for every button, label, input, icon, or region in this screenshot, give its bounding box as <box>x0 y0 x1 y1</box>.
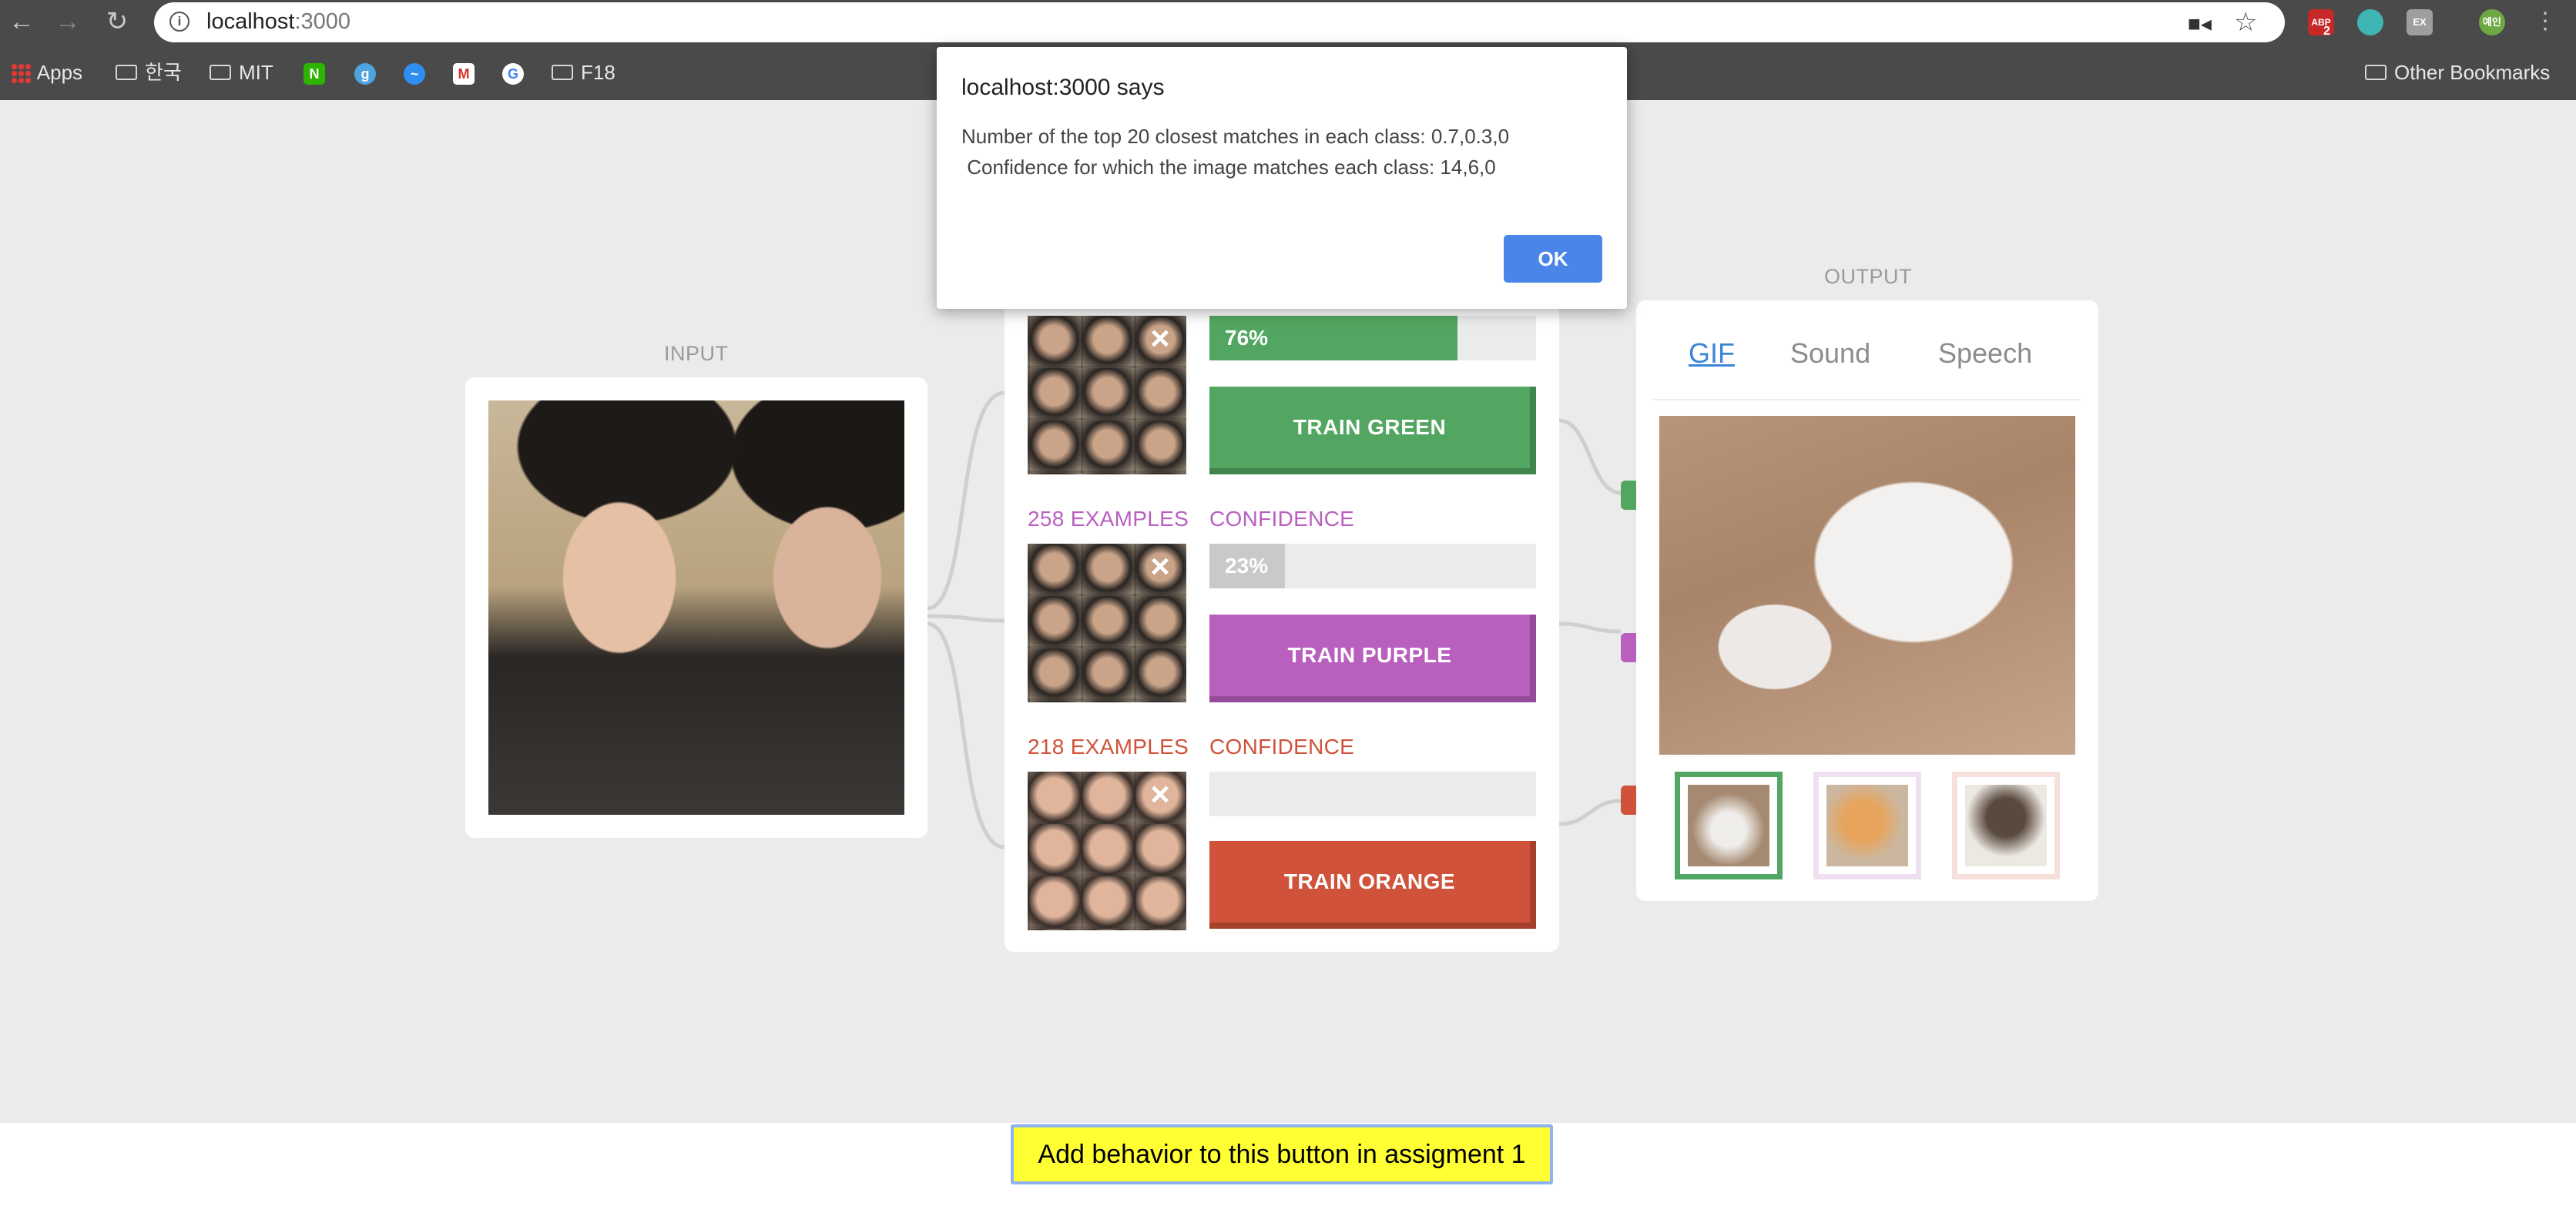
output-card: GIF Sound Speech <box>1636 300 2098 901</box>
gif-choice-orange[interactable] <box>1952 772 2060 879</box>
other-bookmarks[interactable]: Other Bookmarks <box>2365 59 2550 86</box>
tabs-divider <box>1653 399 2081 400</box>
bookmark-folder-korea[interactable]: 한국 <box>116 59 182 86</box>
camera-icon[interactable]: ■◂ <box>2188 11 2212 36</box>
purple-confidence-bar: 23% <box>1209 544 1536 588</box>
green-confidence-bar: 76% <box>1209 316 1536 360</box>
orange-confidence-label: CONFIDENCE <box>1209 735 1355 759</box>
messenger-icon: ~ <box>404 63 425 85</box>
url-text: localhost:3000 <box>206 9 351 34</box>
site-info-icon[interactable]: i <box>169 12 190 32</box>
folder-icon <box>2365 65 2386 81</box>
orange-confidence-bar <box>1209 772 1536 816</box>
purple-confidence-text: 23% <box>1225 554 1269 578</box>
dialog-ok-button[interactable]: OK <box>1504 235 1602 283</box>
menu-kebab-icon[interactable]: ⋮ <box>2528 5 2562 39</box>
input-connectors <box>927 390 1005 849</box>
gif-thumb-white-cat <box>1688 785 1769 866</box>
apps-grid-icon <box>11 63 32 85</box>
gmail-icon: M <box>453 63 475 85</box>
bookmark-gmail[interactable]: M <box>453 59 475 86</box>
reload-icon[interactable]: ↻ <box>100 5 134 39</box>
naver-icon: N <box>304 63 325 85</box>
bookmark-folder-f18[interactable]: F18 <box>552 59 615 86</box>
gif-thumb-dark-cat <box>1965 785 2047 866</box>
input-label: INPUT <box>664 342 729 365</box>
bookmark-star-icon[interactable]: ☆ <box>2234 7 2257 38</box>
bookmark-messenger[interactable]: ~ <box>404 59 425 86</box>
orange-examples-count: 218 EXAMPLES <box>1028 735 1189 759</box>
input-card <box>465 377 927 838</box>
dialog-message: Number of the top 20 closest matches in … <box>961 125 1510 179</box>
extension-ex-icon[interactable]: EX <box>2407 9 2433 35</box>
clear-green-icon[interactable]: × <box>1145 322 1176 356</box>
google-icon: G <box>502 63 524 85</box>
gif-thumb-orange-cat <box>1826 785 1908 866</box>
alert-dialog: localhost:3000 says Number of the top 20… <box>937 47 1627 309</box>
extension-teal-icon[interactable] <box>2357 9 2383 35</box>
address-bar[interactable]: i localhost:3000 ■◂ ☆ <box>154 2 2285 42</box>
bookmark-grammarly[interactable]: g <box>354 59 376 86</box>
folder-icon <box>210 65 231 81</box>
clear-orange-icon[interactable]: × <box>1145 778 1176 812</box>
forward-arrow-icon[interactable]: → <box>51 5 85 39</box>
purple-confidence-label: CONFIDENCE <box>1209 507 1355 531</box>
dialog-title: localhost:3000 says <box>961 75 1165 100</box>
train-green-button[interactable]: TRAIN GREEN <box>1209 387 1536 474</box>
train-orange-button[interactable]: TRAIN ORANGE <box>1209 841 1536 929</box>
train-purple-button[interactable]: TRAIN PURPLE <box>1209 615 1536 702</box>
tab-sound[interactable]: Sound <box>1790 337 1870 370</box>
assignment-button[interactable]: Add behavior to this button in assigment… <box>1011 1124 1553 1184</box>
grammarly-icon: g <box>354 63 376 85</box>
browser-toolbar: ← → ↻ i localhost:3000 ■◂ ☆ ABP 2 EX 예인 … <box>0 0 2576 45</box>
folder-icon <box>552 65 573 81</box>
bookmark-naver[interactable]: N <box>304 59 325 86</box>
back-arrow-icon[interactable]: ← <box>5 5 39 39</box>
bookmark-google[interactable]: G <box>502 59 524 86</box>
purple-examples-count: 258 EXAMPLES <box>1028 507 1189 531</box>
webcam-feed-image <box>488 400 904 815</box>
tab-speech[interactable]: Speech <box>1938 337 2032 370</box>
output-connectors <box>1559 418 1622 826</box>
profile-avatar[interactable]: 예인 <box>2479 9 2505 35</box>
green-confidence-text: 76% <box>1225 326 1269 350</box>
output-label: OUTPUT <box>1824 265 1912 288</box>
bookmark-folder-mit[interactable]: MIT <box>210 59 273 86</box>
adblock-badge: 2 <box>2323 25 2330 38</box>
clear-purple-icon[interactable]: × <box>1145 550 1176 584</box>
bookmark-apps[interactable]: Apps <box>11 59 82 86</box>
gif-choice-purple[interactable] <box>1813 772 1921 879</box>
folder-icon <box>116 65 137 81</box>
tab-gif[interactable]: GIF <box>1689 337 1735 370</box>
gif-choice-green[interactable] <box>1675 772 1783 879</box>
output-gif-image <box>1659 416 2075 755</box>
